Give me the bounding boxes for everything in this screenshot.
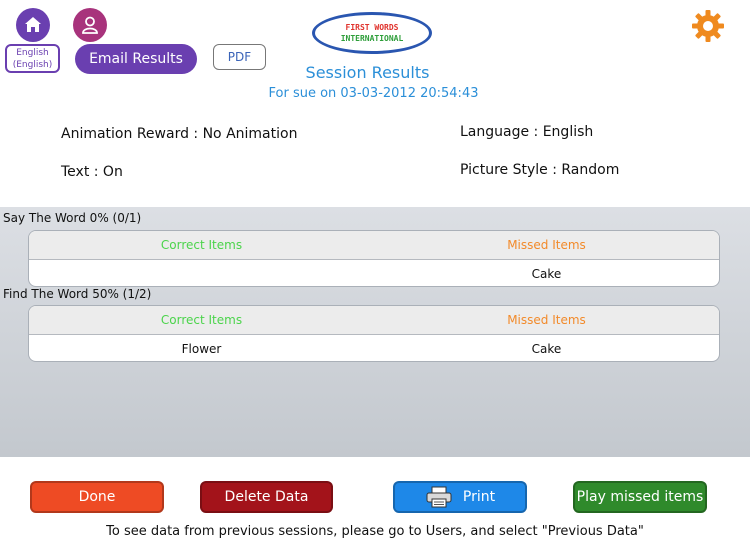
session-subtitle: For sue on 03-03-2012 20:54:43 (268, 86, 479, 101)
logo-line1: FIRST WORDS (345, 23, 399, 32)
footer-note: To see data from previous sessions, plea… (106, 524, 644, 539)
missed-item-cell: Cake (531, 267, 562, 281)
text-setting: Text : On (61, 164, 123, 180)
missed-item-cell: Cake (531, 342, 562, 356)
results-table-say-the-word: Correct Items Missed Items Cake (28, 230, 720, 287)
home-button[interactable] (16, 8, 50, 42)
animation-reward-setting: Animation Reward : No Animation (61, 126, 298, 142)
user-icon (82, 16, 98, 34)
settings-button[interactable] (690, 8, 726, 48)
done-button[interactable]: Done (30, 481, 164, 513)
table-header: Correct Items Missed Items (29, 306, 719, 335)
section-label-find-the-word: Find The Word 50% (1/2) (3, 287, 152, 301)
logo-line2: INTERNATIONAL (340, 34, 404, 43)
correct-items-header: Correct Items (160, 238, 243, 252)
table-header: Correct Items Missed Items (29, 231, 719, 260)
results-table-find-the-word: Correct Items Missed Items Flower Cake (28, 305, 720, 362)
correct-item-cell: Flower (181, 342, 222, 356)
missed-items-header: Missed Items (507, 313, 586, 327)
correct-item-cell (29, 260, 374, 286)
gear-icon (692, 10, 724, 42)
section-label-say-the-word: Say The Word 0% (0/1) (3, 211, 142, 225)
print-button-label: Print (462, 489, 496, 505)
play-missed-items-button[interactable]: Play missed items (573, 481, 707, 513)
users-button[interactable] (73, 8, 107, 42)
app-logo: FIRST WORDS INTERNATIONAL (312, 12, 432, 54)
table-row: Cake (29, 260, 719, 286)
page-title: Session Results (305, 63, 430, 82)
home-icon (25, 17, 41, 32)
correct-items-header: Correct Items (160, 313, 243, 327)
picture-style-setting: Picture Style : Random (460, 162, 620, 178)
missed-items-header: Missed Items (507, 238, 586, 252)
language-setting: Language : English (460, 124, 594, 140)
table-row: Flower Cake (29, 335, 719, 361)
printer-icon (426, 486, 452, 508)
print-button[interactable]: Print (393, 481, 527, 513)
delete-data-button[interactable]: Delete Data (200, 481, 333, 513)
language-button-label: English (16, 48, 49, 58)
